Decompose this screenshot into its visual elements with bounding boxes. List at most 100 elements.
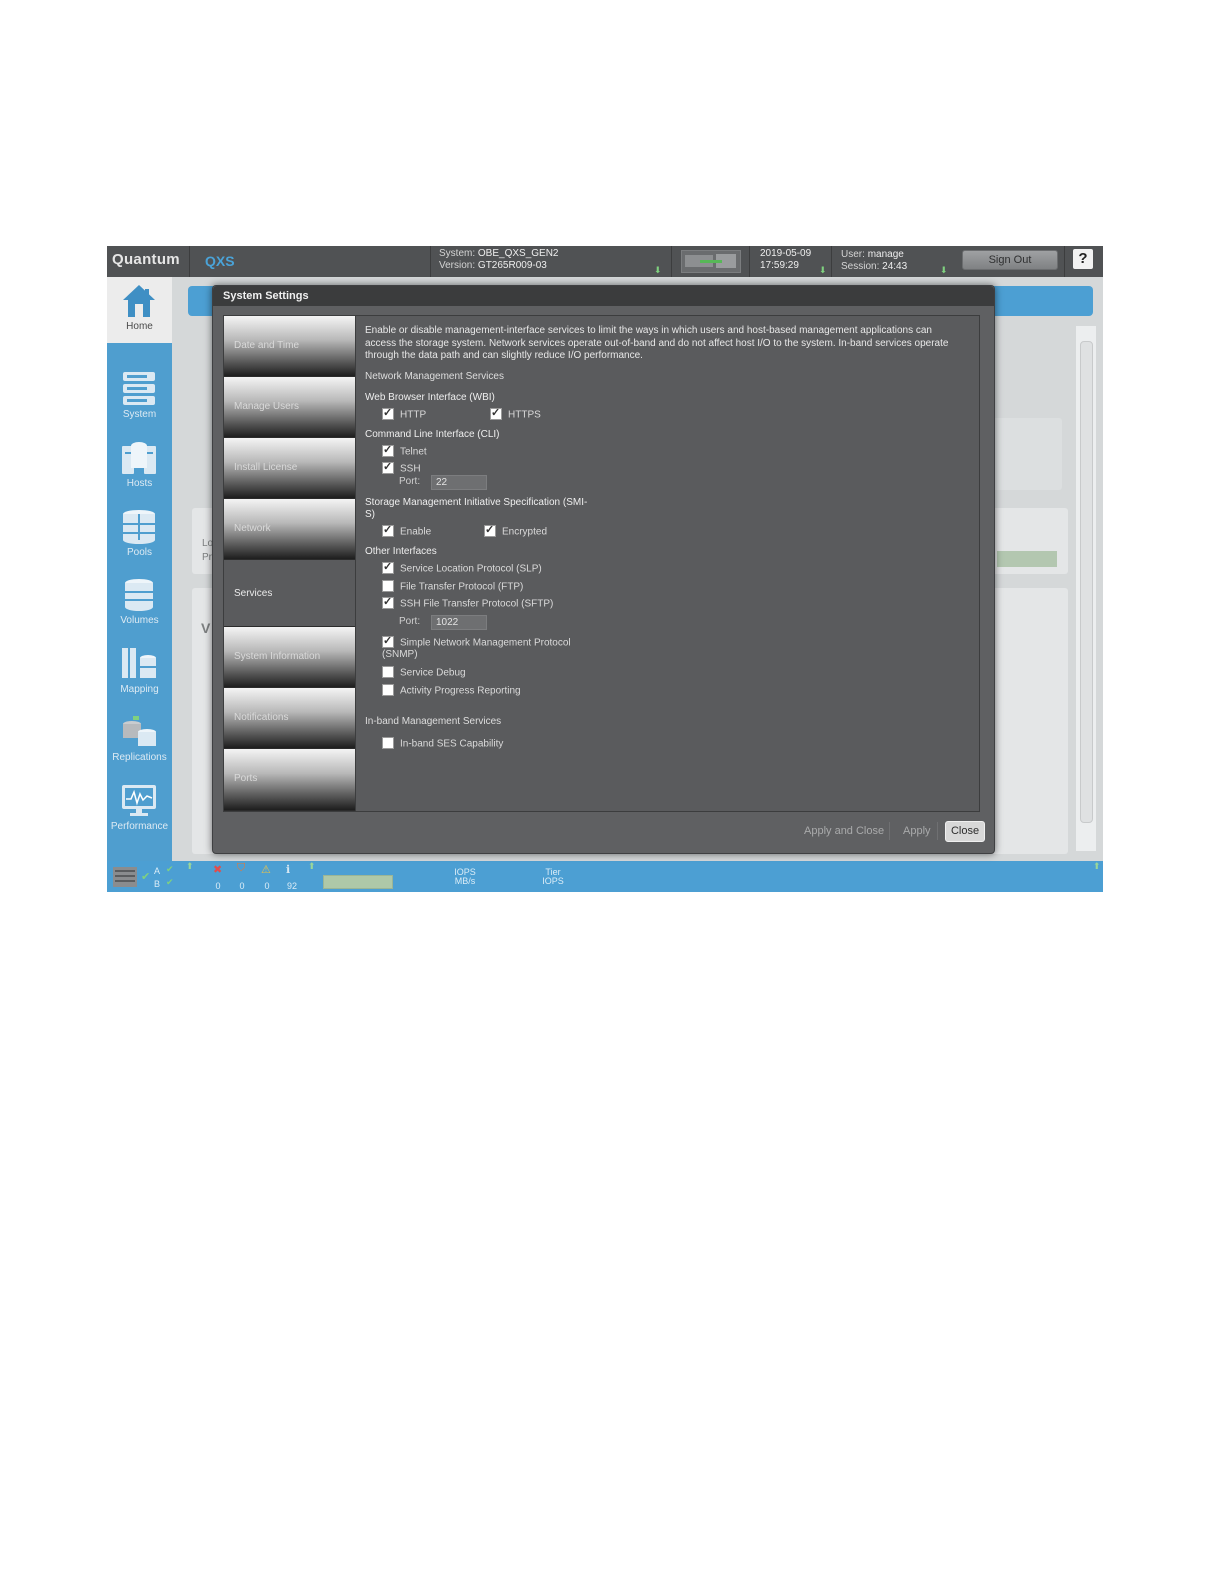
sftp-port-input[interactable]: 1022 (431, 615, 487, 630)
user-info[interactable]: User: manage Session: 24:43 (841, 249, 907, 273)
system-settings-dialog: System Settings Date and Time Manage Use… (212, 285, 995, 854)
nav-system[interactable]: System (107, 365, 172, 431)
slp-label: Service Location Protocol (SLP) (400, 563, 542, 575)
nav-volumes[interactable]: Volumes (107, 571, 172, 637)
nav-home[interactable]: Home (107, 277, 172, 343)
checkbox-icon[interactable] (382, 580, 394, 592)
activity-bar[interactable] (323, 875, 393, 889)
critical-icon[interactable]: ✖ (213, 863, 222, 876)
tab-date-and-time[interactable]: Date and Time (224, 316, 355, 377)
http-label: HTTP (400, 409, 427, 421)
background-text-pr: Pr (202, 552, 212, 563)
date-time[interactable]: 2019-05-09 17:59:29 (760, 248, 811, 272)
checkbox-icon[interactable] (382, 443, 394, 457)
info-count: 92 (286, 881, 297, 891)
tab-notifications[interactable]: Notifications (224, 688, 355, 749)
tab-system-information[interactable]: System Information (224, 627, 355, 688)
tab-install-license[interactable]: Install License (224, 438, 355, 499)
expand-up-arrow-icon[interactable]: ⬆ (186, 861, 194, 872)
controller-b-ok-icon: ✔ (166, 877, 174, 887)
nav-mapping[interactable]: Mapping (107, 640, 172, 706)
nav-pools[interactable]: Pools (107, 503, 172, 569)
close-button[interactable]: Close (945, 821, 985, 842)
critical-count: 0 (215, 881, 221, 891)
nav-performance-label: Performance (110, 821, 169, 832)
service-debug-label: Service Debug (400, 667, 466, 679)
dialog-title: System Settings (213, 286, 994, 306)
http-checkbox[interactable]: HTTP (382, 406, 427, 421)
controller-a-ok-icon: ✔ (166, 864, 174, 874)
apply-button[interactable]: Apply (903, 825, 931, 837)
checkbox-icon[interactable] (382, 595, 394, 609)
wbi-title: Web Browser Interface (WBI) (365, 392, 495, 403)
error-count: 0 (239, 881, 245, 891)
system-info-arrow-icon[interactable]: ⬇ (654, 265, 662, 276)
date-time-arrow-icon[interactable]: ⬇ (819, 265, 827, 276)
slp-checkbox[interactable]: Service Location Protocol (SLP) (382, 560, 542, 575)
replications-icon (123, 716, 156, 746)
sftp-port-label: Port: (399, 616, 421, 627)
checkbox-icon[interactable] (484, 523, 496, 537)
inband-ses-checkbox[interactable]: In-band SES Capability (382, 737, 503, 750)
checkbox-icon[interactable] (382, 666, 394, 678)
sign-out-button[interactable]: Sign Out (962, 250, 1058, 270)
nav-hosts-label: Hosts (126, 478, 153, 489)
services-panel: Enable or disable management-interface s… (355, 316, 980, 811)
inband-section-title: In-band Management Services (365, 716, 502, 727)
nav-performance[interactable]: Performance (107, 777, 172, 843)
system-name: OBE_QXS_GEN2 (477, 248, 559, 259)
ssh-checkbox[interactable]: SSH (382, 460, 421, 475)
tab-label: Services (234, 588, 273, 599)
tab-services[interactable]: Services (224, 560, 355, 627)
checkbox-icon[interactable] (382, 634, 394, 648)
warning-icon[interactable]: ⚠ (261, 863, 271, 876)
checkbox-icon[interactable] (382, 560, 394, 574)
checkbox-icon[interactable] (382, 737, 394, 749)
snmp-label: Simple Network Management Protocol (400, 637, 571, 649)
telnet-checkbox[interactable]: Telnet (382, 443, 427, 458)
checkbox-icon[interactable] (382, 684, 394, 696)
activity-progress-checkbox[interactable]: Activity Progress Reporting (382, 684, 521, 697)
app-window: Quantum QXS System: OBE_QXS_GEN2 Version… (107, 246, 1103, 892)
checkbox-icon[interactable] (382, 523, 394, 537)
events-up-arrow-icon[interactable]: ⬆ (308, 861, 316, 872)
error-icon[interactable]: ⛉ (237, 862, 245, 875)
smis-encrypted-checkbox[interactable]: Encrypted (484, 523, 547, 538)
background-scrollbar[interactable] (1076, 326, 1096, 851)
ssh-port-input[interactable]: 22 (431, 475, 487, 490)
enclosure-icon[interactable] (113, 867, 137, 887)
apply-and-close-button[interactable]: Apply and Close (804, 825, 884, 837)
checkbox-icon[interactable] (490, 406, 502, 420)
tab-network[interactable]: Network (224, 499, 355, 560)
info-icon[interactable]: ℹ (286, 863, 290, 876)
tab-label: Manage Users (234, 401, 300, 412)
snmp-checkbox[interactable]: Simple Network Management Protocol (382, 634, 571, 649)
https-checkbox[interactable]: HTTPS (490, 406, 541, 421)
sftp-checkbox[interactable]: SSH File Transfer Protocol (SFTP) (382, 595, 553, 610)
checkbox-icon[interactable] (382, 460, 394, 474)
controller-b[interactable]: B (154, 879, 160, 889)
tab-ports[interactable]: Ports (224, 749, 355, 811)
status-up-arrow-icon[interactable]: ⬆ (1093, 861, 1101, 872)
system-icon (123, 372, 155, 405)
nav-replications[interactable]: Replications (107, 708, 172, 774)
side-navigation: Home System Hosts Pools Volumes Mapping … (107, 277, 172, 861)
nav-hosts[interactable]: Hosts (107, 434, 172, 500)
service-debug-checkbox[interactable]: Service Debug (382, 666, 466, 679)
user-info-arrow-icon[interactable]: ⬇ (940, 265, 948, 276)
volumes-icon (125, 579, 153, 611)
session-time: 24:43 (882, 261, 908, 272)
mapping-icon (122, 648, 156, 678)
user-label: User: (841, 249, 865, 260)
checkbox-icon[interactable] (382, 406, 394, 420)
tab-manage-users[interactable]: Manage Users (224, 377, 355, 438)
smis-title-line2: S) (365, 509, 375, 520)
system-info[interactable]: System: OBE_QXS_GEN2 Version: GT265R009-… (439, 248, 559, 272)
controller-a[interactable]: A (154, 866, 160, 876)
ftp-checkbox[interactable]: File Transfer Protocol (FTP) (382, 580, 523, 593)
pools-icon (123, 510, 155, 544)
smis-enable-checkbox[interactable]: Enable (382, 523, 431, 538)
system-status-graphic-icon[interactable] (681, 250, 741, 273)
services-description: Enable or disable management-interface s… (365, 325, 949, 361)
help-button[interactable]: ? (1073, 249, 1093, 269)
